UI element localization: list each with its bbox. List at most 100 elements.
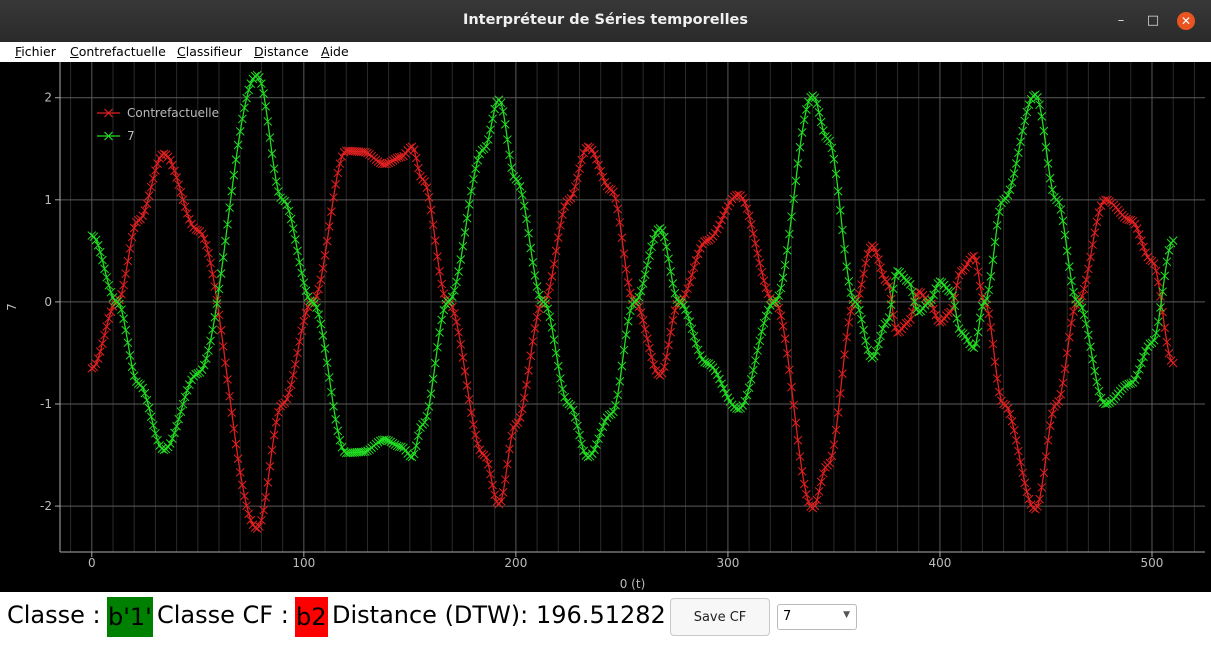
y-tick-label: 0 [44, 295, 52, 309]
x-tick-label: 500 [1141, 556, 1164, 570]
series-marker-1 [1149, 335, 1159, 345]
series-marker-0 [1149, 259, 1159, 268]
series-marker-1 [570, 412, 580, 422]
series-marker-0 [761, 283, 771, 293]
save-cf-button[interactable]: Save CF [670, 598, 770, 636]
menu-contrefactuelle[interactable]: Contrefactuelle [70, 44, 166, 59]
series-marker-0 [244, 509, 254, 519]
series-marker-0 [1134, 229, 1144, 239]
series-marker-1 [301, 286, 311, 296]
series-marker-0 [144, 191, 154, 200]
series-marker-0 [473, 439, 483, 448]
series-marker-0 [98, 339, 107, 349]
series-marker-1 [825, 136, 835, 146]
series-marker-1 [284, 206, 294, 216]
series-marker-0 [689, 263, 699, 272]
title-bar: Interpréteur de Séries temporelles – □ ✕ [0, 0, 1211, 42]
maximize-icon[interactable]: □ [1145, 13, 1161, 29]
minimize-icon[interactable]: – [1113, 13, 1129, 29]
series-marker-0 [685, 277, 695, 287]
series-marker-1 [577, 439, 586, 449]
series-marker-1 [95, 247, 105, 257]
series-marker-0 [759, 276, 769, 285]
series-marker-1 [855, 305, 864, 315]
series-marker-1 [634, 292, 644, 302]
series-line-1 [91, 74, 1174, 458]
series-marker-1 [761, 311, 771, 321]
series-marker-0 [102, 322, 112, 331]
series-marker-1 [649, 234, 659, 244]
series-marker-1 [142, 395, 152, 405]
series-marker-1 [852, 299, 862, 309]
classe-value-badge: b'1' [107, 597, 153, 637]
series-marker-1 [609, 407, 618, 417]
menu-bar: Fichier Contrefactuelle Classifieur Dist… [0, 42, 1211, 62]
series-marker-1 [687, 324, 697, 334]
series-marker-1 [742, 390, 752, 400]
series-marker-0 [450, 309, 459, 318]
series-marker-0 [95, 347, 105, 357]
series-marker-0 [180, 202, 190, 212]
series-marker-1 [170, 428, 179, 438]
series-marker-1 [818, 126, 828, 135]
series-marker-0 [577, 155, 586, 165]
series-marker-0 [174, 180, 184, 190]
series-marker-1 [148, 420, 158, 430]
chart-svg: 0 100 200 300 400 500 2 1 0 -1 -2 0 (t) 7 Contrefactu… [5, 62, 1205, 591]
series-marker-0 [818, 468, 828, 478]
series-marker-1 [98, 255, 107, 265]
series-marker-1 [176, 407, 186, 416]
series-marker-0 [594, 160, 603, 170]
x-tick-label: 400 [929, 556, 952, 570]
series-marker-1 [144, 403, 154, 413]
series-marker-0 [742, 204, 752, 214]
menu-classifieur[interactable]: Classifieur [177, 44, 242, 59]
series-marker-0 [687, 270, 697, 280]
series-marker-0 [176, 187, 186, 197]
series-marker-0 [649, 360, 659, 369]
series-marker-1 [180, 392, 190, 402]
x-tick-label: 300 [716, 556, 739, 570]
series-marker-0 [481, 453, 491, 462]
menu-fichier[interactable]: Fichier [15, 44, 56, 59]
series-marker-1 [1137, 358, 1146, 368]
series-marker-1 [450, 286, 459, 295]
series-marker-0 [570, 182, 580, 191]
series-marker-0 [148, 174, 158, 183]
series-marker-0 [825, 458, 835, 468]
y-tick-label: -2 [40, 499, 52, 513]
series-select[interactable]: 7 ▼ [777, 604, 857, 630]
series-marker-0 [284, 388, 294, 398]
close-icon[interactable]: ✕ [1177, 12, 1195, 30]
series-marker-0 [905, 315, 915, 324]
series-marker-0 [636, 308, 646, 318]
series-marker-0 [182, 209, 192, 218]
classe-cf-label: Classe CF : [157, 601, 289, 629]
series-marker-0 [691, 256, 701, 265]
series-marker-1 [757, 327, 767, 336]
series-line-0 [91, 145, 1174, 530]
classe-cf-value-badge: b2 [295, 597, 328, 637]
window-title: Interpréteur de Séries temporelles [462, 12, 749, 28]
x-tick-label: 200 [504, 556, 527, 570]
series-marker-1 [876, 331, 885, 341]
distance-label: Distance (DTW): [332, 601, 529, 629]
series-marker-1 [102, 272, 112, 282]
series-marker-1 [905, 280, 915, 289]
series-marker-1 [759, 318, 769, 328]
menu-distance[interactable]: Distance [254, 44, 309, 59]
series-marker-1 [282, 200, 292, 210]
distance-value: 196.51282 [536, 601, 666, 629]
menu-aide[interactable]: Aide [321, 44, 349, 59]
x-axis-label: 0 (t) [620, 577, 646, 591]
series-marker-1 [1139, 352, 1148, 362]
time-series-plot[interactable]: 0 100 200 300 400 500 2 1 0 -1 -2 0 (t) 7 Contrefactu… [0, 62, 1211, 592]
series-marker-1 [496, 98, 506, 108]
series-select-value: 7 [783, 609, 792, 624]
series-marker-1 [104, 280, 114, 290]
series-marker-0 [201, 240, 211, 250]
series-marker-1 [874, 339, 883, 349]
series-marker-1 [685, 317, 695, 327]
series-marker-0 [420, 177, 430, 186]
legend-label-0: Contrefactuelle [127, 106, 219, 120]
